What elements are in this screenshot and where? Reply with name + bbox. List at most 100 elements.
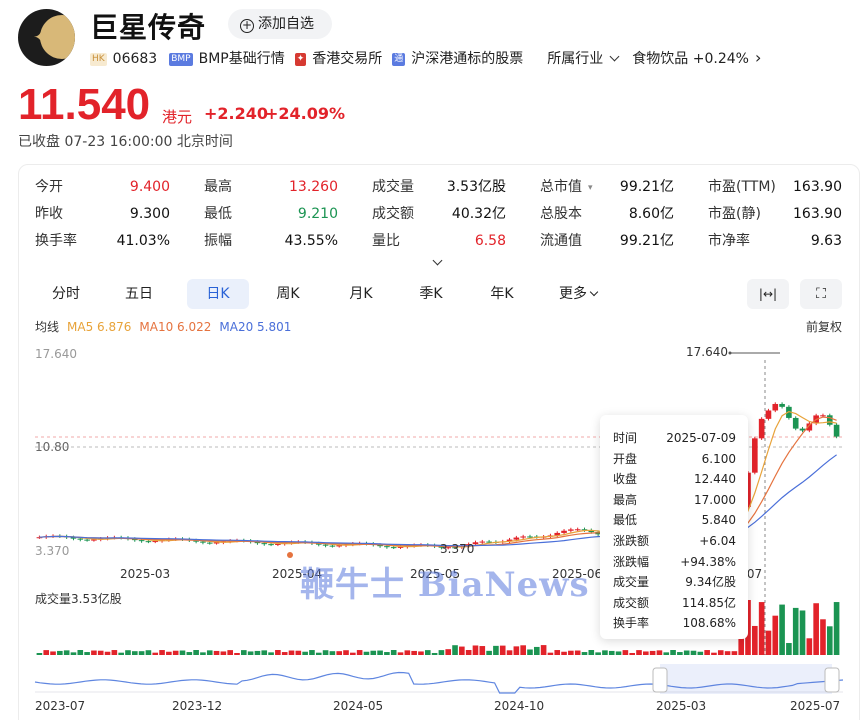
- volume-bar: [506, 650, 513, 655]
- tooltip-row: 开盘 6.100: [613, 449, 736, 469]
- tooltip-row: 时间 2025-07-09: [613, 428, 736, 448]
- volume-bar: [91, 650, 97, 655]
- volume-bar: [459, 646, 465, 655]
- volume-bar: [574, 650, 581, 655]
- volume-bar: [588, 650, 595, 655]
- candle-body: [752, 438, 758, 473]
- volume-bar: [234, 652, 240, 655]
- volume-bar: [424, 650, 431, 655]
- volume-bar: [104, 651, 111, 655]
- volume-bar: [50, 651, 56, 655]
- volume-bar: [363, 651, 370, 655]
- tooltip-row: 涨跌幅 +94.38%: [613, 552, 736, 572]
- volume-bar: [261, 650, 268, 655]
- volume-bar: [752, 625, 758, 655]
- nav-handle-right: [824, 667, 840, 693]
- tooltip-row: 涨跌额 +6.04: [613, 531, 736, 551]
- volume-bar: [84, 652, 90, 655]
- volume-bar: [772, 615, 779, 655]
- nav-x-label: 2025-03: [656, 699, 707, 713]
- volume-bar: [97, 650, 104, 655]
- volume-bar: [561, 651, 567, 655]
- candle-body: [520, 536, 526, 538]
- volume-bar: [315, 652, 322, 655]
- tooltip-label: 成交额: [613, 595, 650, 610]
- volume-bar: [322, 650, 329, 655]
- volume-bar: [581, 652, 588, 655]
- volume-bar: [499, 645, 506, 655]
- volume-bar: [404, 650, 411, 655]
- volume-bar: [704, 650, 710, 655]
- volume-bar: [70, 652, 77, 655]
- volume-bar: [213, 650, 220, 655]
- candle-body: [390, 547, 397, 549]
- volume-bar: [220, 651, 227, 655]
- volume-bar: [438, 650, 445, 655]
- volume-bar: [254, 650, 261, 655]
- volume-bar: [690, 650, 697, 655]
- candle-body: [574, 529, 581, 531]
- tooltip-label: 涨跌额: [613, 534, 650, 548]
- tooltip-row: 成交额 114.85亿: [613, 593, 736, 613]
- volume-bar: [779, 604, 785, 655]
- volume-bar: [717, 650, 724, 655]
- volume-bar: [356, 650, 363, 655]
- volume-bar: [513, 646, 520, 655]
- candle-body: [792, 417, 799, 429]
- volume-bar: [806, 638, 813, 655]
- y-axis-mid-label: 10.80: [35, 440, 70, 454]
- volume-bar: [622, 650, 629, 655]
- volume-bar: [677, 652, 683, 655]
- volume-bar: [472, 645, 479, 655]
- volume-bar: [377, 650, 383, 655]
- tooltip-row: 最低 5.840: [613, 510, 736, 530]
- volume-bar: [63, 650, 70, 655]
- volume-bar: [527, 649, 533, 655]
- volume-bar: [43, 650, 50, 655]
- volume-bar: [786, 643, 792, 655]
- watermark: 鞭牛士 BiaNews: [300, 565, 590, 605]
- volume-bar: [820, 619, 826, 655]
- volume-bar: [520, 645, 526, 655]
- volume-bar: [724, 651, 731, 655]
- tooltip-value: 6.100: [701, 451, 736, 466]
- volume-bar: [493, 645, 499, 655]
- y-axis-high-label: 17.640: [35, 347, 77, 361]
- min-price-marker: 3.370: [440, 542, 475, 556]
- volume-bar: [186, 652, 193, 655]
- volume-bar: [329, 651, 336, 655]
- volume-bar: [595, 652, 601, 655]
- candle-body: [152, 541, 159, 543]
- tooltip-label: 最高: [613, 492, 638, 507]
- tooltip-label: 时间: [613, 431, 638, 445]
- volume-bar: [533, 646, 540, 655]
- tooltip-value: 108.68%: [682, 616, 736, 631]
- tooltip-label: 最低: [613, 513, 638, 528]
- volume-bar: [656, 650, 663, 655]
- tooltip-label: 收盘: [613, 472, 638, 487]
- volume-bar: [636, 650, 642, 655]
- volume-bar: [166, 651, 172, 655]
- volume-bar: [643, 651, 649, 655]
- volume-bar: [397, 652, 404, 655]
- volume-bar: [758, 602, 765, 655]
- volume-bar: [111, 650, 118, 655]
- x-axis-label: 2025-03: [120, 567, 171, 581]
- max-marker-dot: [728, 351, 732, 355]
- volume-bar: [792, 607, 799, 655]
- volume-bar: [281, 652, 288, 655]
- nav-x-label: 2023-12: [172, 699, 223, 713]
- volume-bar: [241, 650, 247, 655]
- candle-body: [758, 418, 765, 439]
- tooltip-label: 开盘: [613, 451, 638, 466]
- candle-body: [513, 537, 520, 540]
- volume-bar: [57, 650, 63, 655]
- volume-bar: [445, 649, 452, 655]
- volume-bar: [288, 650, 295, 655]
- volume-bar: [172, 650, 179, 655]
- volume-label: 成交量3.53亿股: [35, 592, 122, 606]
- volume-bar: [765, 630, 772, 655]
- volume-bar: [465, 649, 472, 655]
- tooltip-row: 换手率 108.68%: [613, 613, 736, 633]
- tooltip-row: 成交量 9.34亿股: [613, 572, 736, 592]
